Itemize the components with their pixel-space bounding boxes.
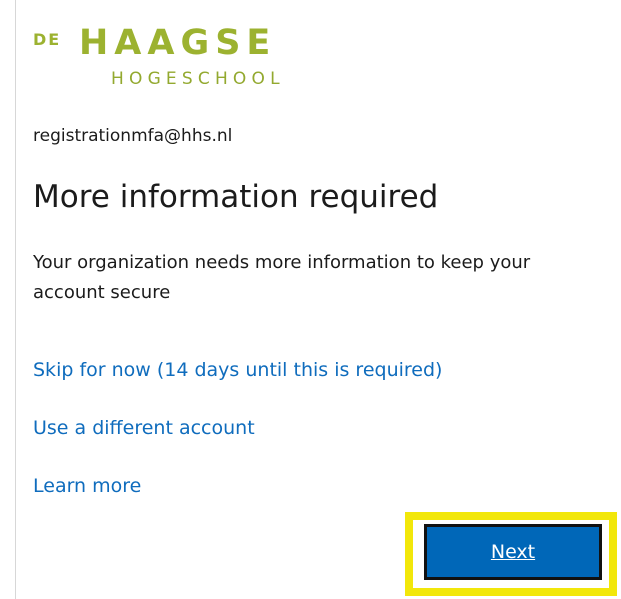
skip-for-now-link[interactable]: Skip for now (14 days until this is requ…: [33, 356, 442, 384]
page-title: More information required: [33, 179, 439, 215]
account-email: registrationmfa@hhs.nl: [33, 126, 233, 146]
haagse-hogeschool-logo: DE HAAGSE HOGESCHOOL: [33, 26, 333, 96]
use-different-account-link[interactable]: Use a different account: [33, 414, 255, 442]
logo-haagse-text: HAAGSE: [79, 23, 277, 63]
next-button[interactable]: Next: [424, 524, 602, 580]
left-border: [15, 0, 16, 599]
learn-more-link[interactable]: Learn more: [33, 472, 141, 500]
mfa-registration-card: DE HAAGSE HOGESCHOOL registrationmfa@hhs…: [0, 0, 621, 599]
page-description: Your organization needs more information…: [33, 252, 531, 303]
logo-hogeschool-text: HOGESCHOOL: [111, 69, 285, 89]
logo-de-text: DE: [33, 30, 62, 49]
